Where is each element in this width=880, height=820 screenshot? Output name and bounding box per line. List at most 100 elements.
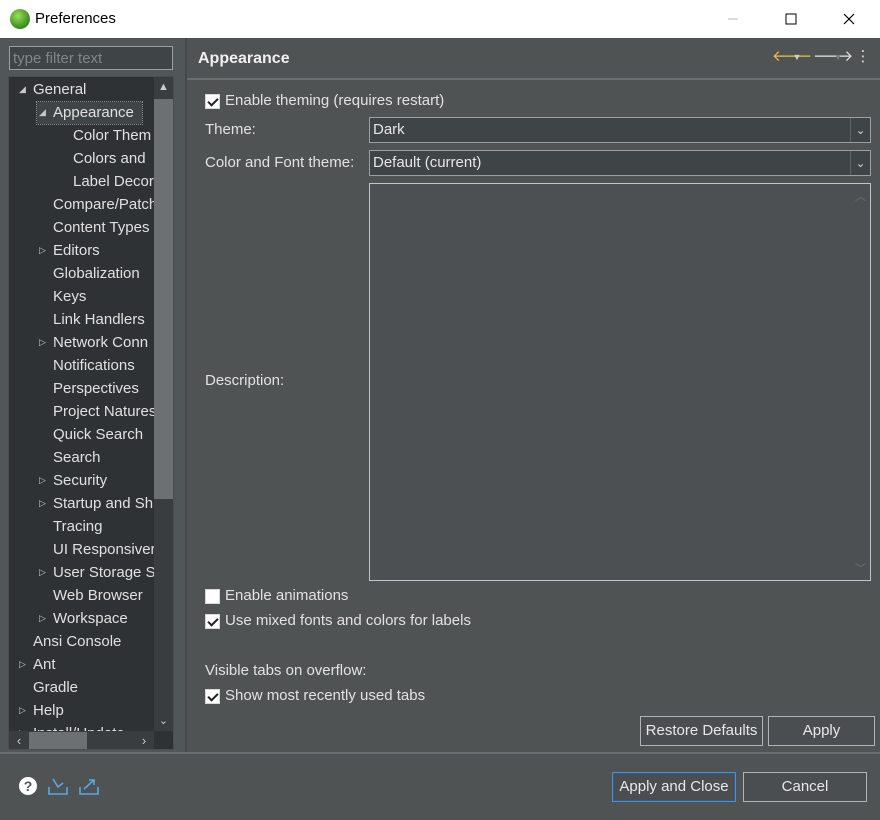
tree-item-label: Web Browser [53, 587, 143, 604]
scroll-up-icon[interactable]: ︿ [851, 188, 870, 204]
tree-collapsed-icon[interactable]: ▷ [39, 470, 49, 492]
color-font-theme-combo[interactable]: Default (current) ⌄ [369, 150, 871, 176]
tree-item-label: Compare/Patch [53, 196, 154, 213]
tree-item[interactable]: Compare/Patch [53, 194, 154, 216]
tree-item-label: Label Decor [73, 173, 154, 190]
tree-item[interactable]: General [33, 79, 86, 101]
chevron-down-icon[interactable]: ⌄ [850, 118, 870, 142]
scroll-down-icon[interactable]: ﹀ [851, 560, 870, 576]
page-header: Appearance 🡐 ▼ 🡒 ▼ ⋮ [187, 38, 880, 80]
tree-vertical-scroll-thumb[interactable] [154, 99, 173, 499]
show-mru-tabs-checkbox[interactable]: Show most recently used tabs [205, 685, 425, 707]
tree-item[interactable]: Ant [33, 654, 56, 676]
tree-item[interactable]: Security [53, 470, 107, 492]
tree-item-label: General [33, 81, 87, 98]
import-icon[interactable] [47, 776, 69, 798]
tree-item[interactable]: Appearance [36, 101, 143, 125]
tree-item[interactable]: Ansi Console [33, 631, 121, 653]
tree-collapsed-icon[interactable]: ▷ [39, 493, 49, 515]
tree-collapsed-icon[interactable]: ▷ [39, 608, 49, 630]
tree-item[interactable]: Startup and Sh [53, 493, 153, 515]
tree-item[interactable]: Colors and [73, 148, 146, 170]
tree-expanded-icon[interactable]: ◢ [19, 79, 29, 101]
back-history-dropdown-icon[interactable]: ▼ [791, 48, 803, 66]
tree-collapsed-icon[interactable]: ▷ [39, 240, 49, 262]
cancel-button[interactable]: Cancel [743, 772, 867, 802]
back-arrow-icon[interactable]: 🡐 [772, 48, 812, 66]
enable-animations-label: Enable animations [225, 587, 349, 604]
export-icon[interactable] [78, 776, 100, 798]
checkbox-checked-icon [205, 93, 220, 109]
scroll-right-icon[interactable]: › [134, 731, 154, 749]
tree-collapsed-icon[interactable]: ▷ [19, 723, 29, 731]
tree-item[interactable]: UI Responsiver [53, 539, 154, 561]
maximize-button[interactable] [762, 0, 820, 38]
scroll-up-icon[interactable]: ▲ [154, 77, 173, 97]
description-scrollbar[interactable]: ︿ ﹀ [851, 184, 870, 580]
theme-combo[interactable]: Dark ⌄ [369, 117, 871, 143]
forward-history-dropdown-icon[interactable]: ▼ [832, 48, 844, 66]
tree-horizontal-scroll-thumb[interactable] [29, 732, 87, 749]
tree-item[interactable]: User Storage S [53, 562, 154, 584]
tree-expanded-icon[interactable]: ◢ [39, 102, 49, 124]
help-icon[interactable]: ? [17, 776, 39, 798]
tree-item[interactable]: Install/Update [33, 723, 125, 731]
tree-item[interactable]: Workspace [53, 608, 128, 630]
tree-item[interactable]: Keys [53, 286, 86, 308]
tree-item[interactable]: Label Decor [73, 171, 154, 193]
description-text-area[interactable]: ︿ ﹀ [369, 183, 871, 581]
close-button[interactable] [820, 0, 878, 38]
tree-item-label: Help [33, 702, 64, 719]
tree-item-label: Color Them [73, 127, 152, 144]
tree-item[interactable]: Notifications [53, 355, 135, 377]
forward-arrow-icon[interactable]: 🡒 [813, 48, 853, 66]
tree-horizontal-scrollbar[interactable]: ‹ › [9, 731, 154, 749]
tree-item-label: Quick Search [53, 426, 144, 443]
apply-and-close-button[interactable]: Apply and Close [612, 772, 736, 802]
tree-item[interactable]: Search [53, 447, 101, 469]
tree-item-label: Keys [53, 288, 87, 305]
filter-input[interactable] [9, 46, 173, 70]
tree-vertical-scrollbar[interactable]: ▲ ⌄ [154, 77, 173, 731]
tree-item[interactable]: Editors [53, 240, 100, 262]
tree-collapsed-icon[interactable]: ▷ [39, 332, 49, 354]
tree-item-label: UI Responsiver [53, 541, 154, 558]
show-mru-tabs-label: Show most recently used tabs [225, 687, 426, 704]
tree-item-label: Ansi Console [33, 633, 122, 650]
title-bar: Preferences [0, 0, 880, 38]
window-title: Preferences [35, 10, 116, 27]
chevron-down-icon[interactable]: ⌄ [850, 151, 870, 175]
tree-item[interactable]: Quick Search [53, 424, 143, 446]
tree-viewport: General ◢ Appearance ◢ Color Them Colors and L… [9, 77, 154, 731]
tree-item[interactable]: Gradle [33, 677, 78, 699]
scroll-left-icon[interactable]: ‹ [9, 731, 29, 749]
restore-defaults-button[interactable]: Restore Defaults [640, 716, 763, 746]
tree-collapsed-icon[interactable]: ▷ [19, 700, 29, 722]
tree-collapsed-icon[interactable]: ▷ [19, 654, 29, 676]
tree-item[interactable]: Tracing [53, 516, 102, 538]
tree-item[interactable]: Content Types [53, 217, 149, 239]
tree-item[interactable]: Color Them [73, 125, 151, 147]
tree-item[interactable]: Link Handlers [53, 309, 145, 331]
enable-animations-checkbox[interactable]: Enable animations [205, 585, 348, 607]
tree-item[interactable]: Network Conn [53, 332, 148, 354]
scroll-down-icon[interactable]: ⌄ [154, 711, 173, 731]
enable-theming-checkbox[interactable]: Enable theming (requires restart) [205, 90, 444, 112]
tree-item[interactable]: Web Browser [53, 585, 143, 607]
tree-item-label: Workspace [53, 610, 128, 627]
theme-combo-value: Dark [373, 121, 405, 138]
mixed-fonts-checkbox[interactable]: Use mixed fonts and colors for labels [205, 610, 471, 632]
view-menu-icon[interactable]: ⋮ [854, 48, 872, 66]
preference-page: Appearance 🡐 ▼ 🡒 ▼ ⋮ Enable theming (req… [185, 38, 880, 752]
tree-item-label: Link Handlers [53, 311, 145, 328]
tree-item-label: Security [53, 472, 108, 489]
apply-button[interactable]: Apply [768, 716, 875, 746]
tree-item[interactable]: Help [33, 700, 64, 722]
close-icon [843, 13, 855, 25]
tree-item[interactable]: Project Natures [53, 401, 154, 423]
minimize-button[interactable] [704, 0, 762, 38]
tree-item-label: Network Conn [53, 334, 149, 351]
tree-collapsed-icon[interactable]: ▷ [39, 562, 49, 584]
tree-item[interactable]: Perspectives [53, 378, 139, 400]
tree-item[interactable]: Globalization [53, 263, 140, 285]
